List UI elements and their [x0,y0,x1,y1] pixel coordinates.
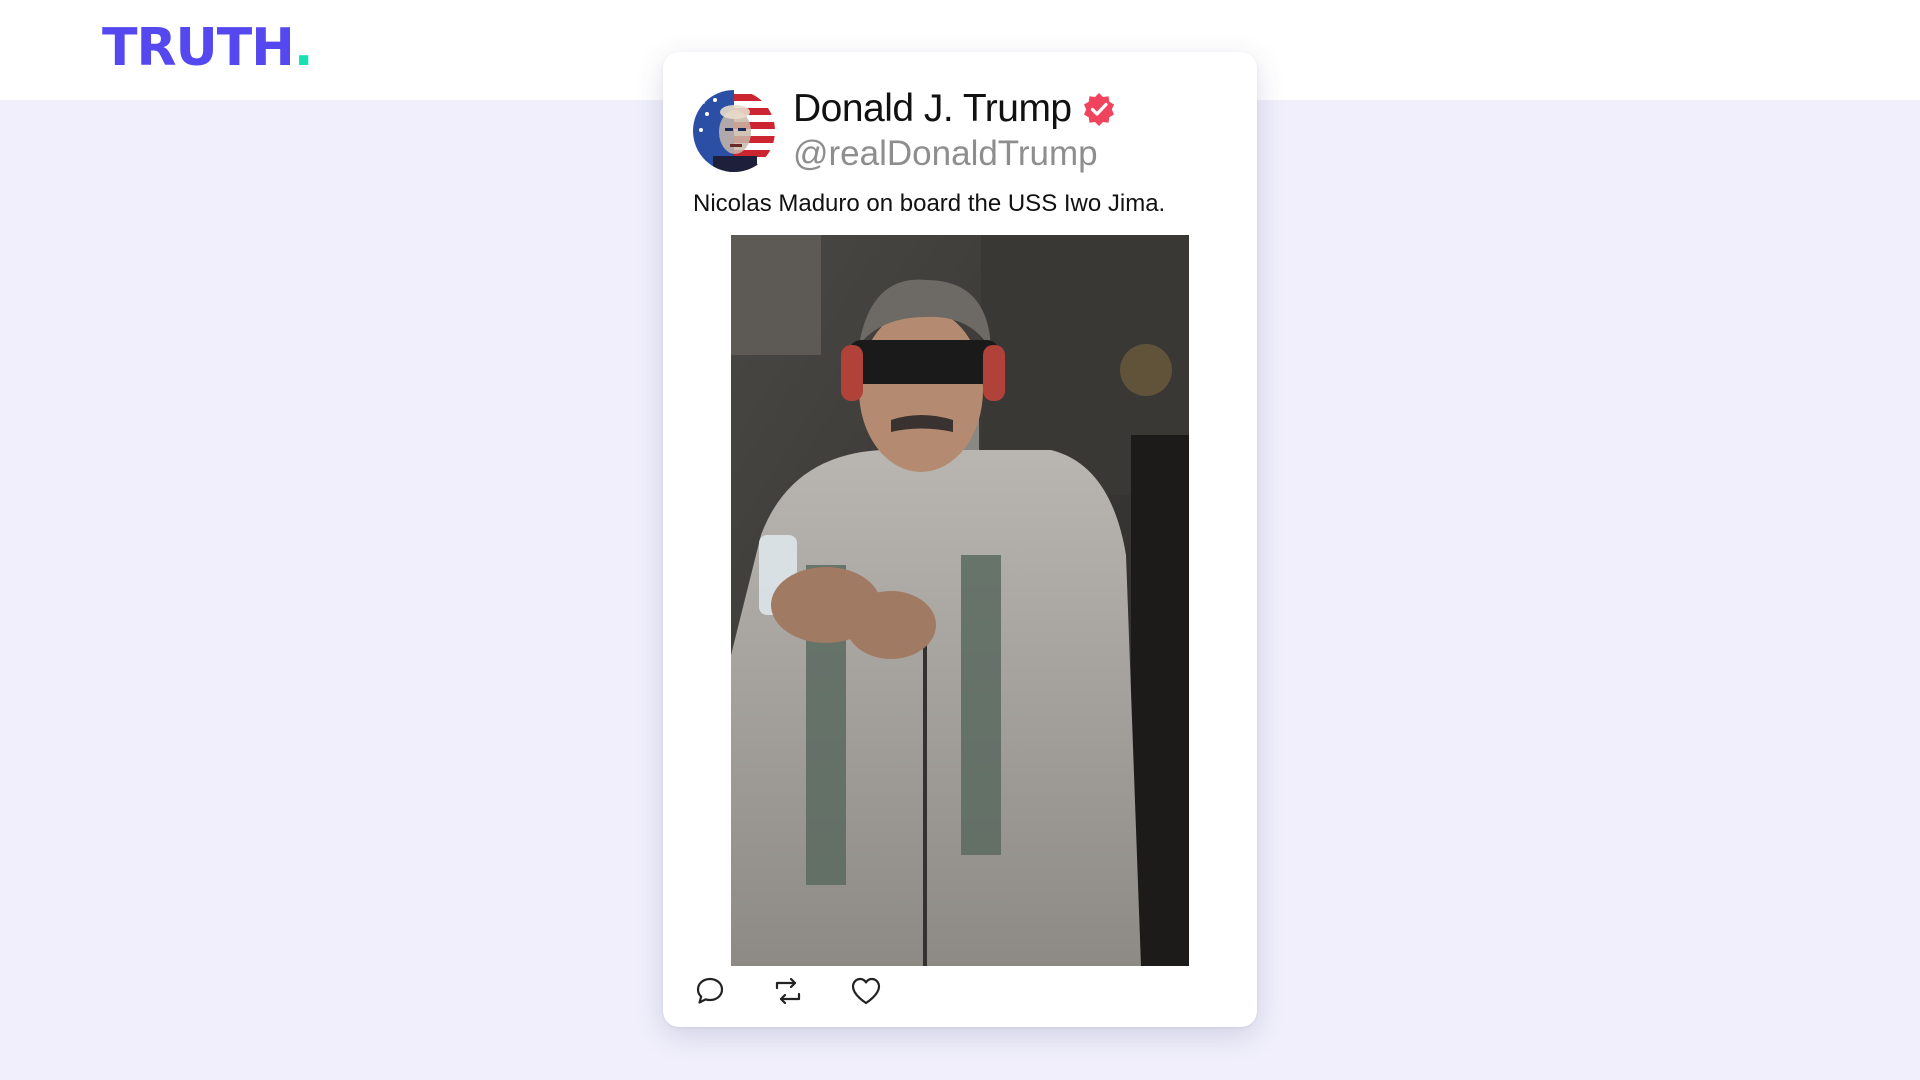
truth-logo[interactable]: TRUTH. [102,22,313,74]
heart-icon[interactable] [849,974,883,1008]
name-row: Donald J. Trump [793,86,1116,132]
logo-text: TRUTH [102,18,295,78]
avatar[interactable] [693,90,775,172]
post-card: Donald J. Trump @realDonaldTrump Nicolas… [663,52,1257,1027]
post-media-photo[interactable] [731,235,1189,966]
logo-dot: . [293,18,314,78]
post-text: Nicolas Maduro on board the USS Iwo Jima… [693,190,1166,217]
verified-badge-icon [1082,92,1116,126]
display-name[interactable]: Donald J. Trump [793,87,1072,131]
avatar-image [693,90,775,172]
user-handle[interactable]: @realDonaldTrump [793,134,1098,174]
reply-icon[interactable] [693,974,727,1008]
photo-attachment [731,235,1189,966]
retruth-icon[interactable] [771,974,805,1008]
post-actions [693,974,883,1008]
